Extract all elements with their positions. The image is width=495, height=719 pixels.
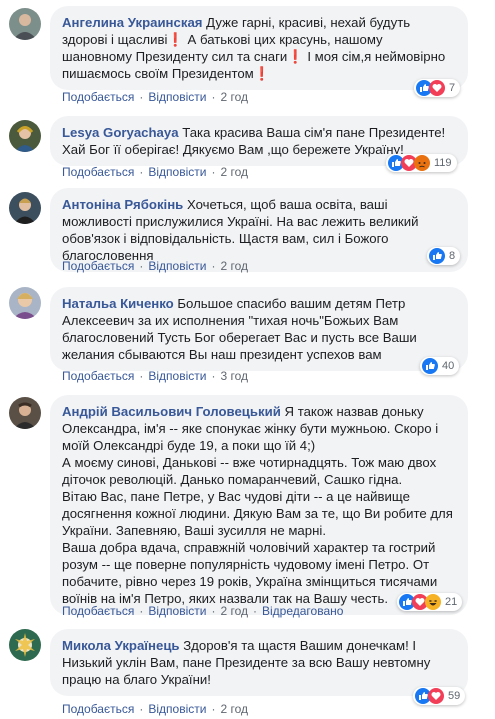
comment-actions: Подобається · Відповісти · 2 год · Відредагова… [62, 603, 343, 619]
avatar[interactable] [9, 192, 41, 224]
like-reaction-icon [429, 248, 445, 264]
comment-bubble: Ангелина Украинская Дуже гарні, красиві,… [50, 6, 468, 90]
comments-list: Ангелина Украинская Дуже гарні, красиві,… [0, 0, 495, 719]
comment-author[interactable]: Натальа Киченко [62, 296, 174, 311]
avatar[interactable] [9, 397, 41, 429]
reactions-summary[interactable]: 8 [427, 247, 461, 265]
separator-dot: · [211, 604, 216, 618]
reactions-summary[interactable]: 59 [413, 687, 466, 705]
avatar[interactable] [9, 8, 41, 40]
separator-dot: · [139, 259, 144, 273]
comment-actions: Подобається · Відповісти · 2 год [62, 258, 248, 274]
reaction-count: 59 [448, 690, 461, 702]
love-reaction-icon [428, 688, 444, 704]
separator-dot: · [211, 165, 216, 179]
like-link[interactable]: Подобається [62, 702, 134, 716]
like-link[interactable]: Подобається [62, 259, 134, 273]
like-reaction-icon [422, 358, 438, 374]
comment-author[interactable]: Lesya Goryachaya [62, 125, 179, 140]
like-link[interactable]: Подобається [62, 90, 134, 104]
reactions-summary[interactable]: 119 [386, 154, 457, 172]
separator-dot: · [211, 369, 216, 383]
avatar[interactable] [9, 120, 41, 152]
comment-time[interactable]: 2 год [220, 702, 248, 716]
reaction-count: 119 [434, 157, 452, 169]
reply-link[interactable]: Відповісти [148, 165, 206, 179]
comment-actions: Подобається · Відповісти · 2 год [62, 89, 248, 105]
reaction-count: 40 [442, 360, 455, 372]
separator-dot: · [139, 604, 144, 618]
reply-link[interactable]: Відповісти [148, 702, 206, 716]
like-link[interactable]: Подобається [62, 369, 134, 383]
comment-author[interactable]: Ангелина Украинская [62, 15, 203, 30]
reply-link[interactable]: Відповісти [148, 604, 206, 618]
reply-link[interactable]: Відповісти [148, 259, 206, 273]
reaction-count: 8 [449, 250, 456, 262]
comment-time[interactable]: 3 год [220, 369, 248, 383]
separator-dot: · [139, 165, 144, 179]
comment-author[interactable]: Микола Українець [62, 638, 180, 653]
comment-actions: Подобається · Відповісти · 2 год [62, 701, 248, 717]
separator-dot: · [139, 369, 144, 383]
comment-time[interactable]: 2 год [220, 259, 248, 273]
haha-reaction-icon [425, 594, 441, 610]
comment-author[interactable]: Андрій Васильович Головецький [62, 404, 281, 419]
comment-time[interactable]: 2 год [220, 604, 248, 618]
separator-dot: · [139, 90, 144, 104]
love-reaction-icon [429, 80, 445, 96]
comment-bubble: Натальа Киченко Большое спасибо вашим де… [50, 287, 468, 371]
comment-time[interactable]: 2 год [220, 165, 248, 179]
comment-actions: Подобається · Відповісти · 2 год [62, 164, 248, 180]
reactions-summary[interactable]: 7 [414, 79, 461, 97]
comment-actions: Подобається · Відповісти · 3 год [62, 368, 248, 384]
separator-dot: · [139, 702, 144, 716]
comment-author[interactable]: Антоніна Рябокінь [62, 197, 183, 212]
separator-dot: · [211, 702, 216, 716]
comment-time[interactable]: 2 год [220, 90, 248, 104]
reaction-count: 21 [445, 596, 458, 608]
reactions-summary[interactable]: 40 [420, 357, 460, 375]
like-link[interactable]: Подобається [62, 604, 134, 618]
comment-bubble: Микола Українець Здоров'я та щастя Вашим… [50, 629, 468, 696]
angry-reaction-icon [414, 155, 430, 171]
separator-dot: · [211, 90, 216, 104]
avatar[interactable] [9, 629, 41, 661]
edited-link[interactable]: Відредаговано [262, 604, 343, 618]
like-link[interactable]: Подобається [62, 165, 134, 179]
reply-link[interactable]: Відповісти [148, 90, 206, 104]
reactions-summary[interactable]: 21 [397, 593, 463, 611]
reaction-count: 7 [449, 82, 456, 94]
separator-dot: · [211, 259, 216, 273]
separator-dot: · [253, 604, 257, 618]
reply-link[interactable]: Відповісти [148, 369, 206, 383]
comment-bubble: Андрій Васильович Головецький Я також на… [50, 395, 468, 615]
avatar[interactable] [9, 287, 41, 319]
comment-text: Я також назвав доньку Олександра, ім'я -… [62, 404, 453, 606]
